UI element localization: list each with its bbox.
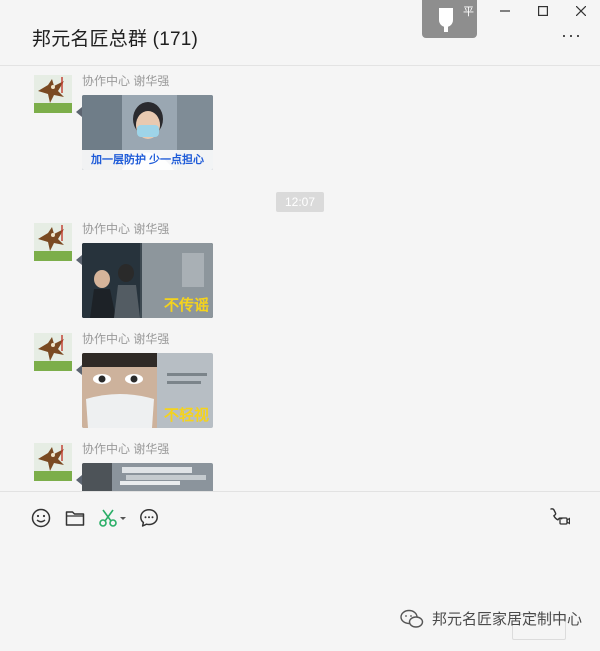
window-controls (486, 0, 600, 22)
message-item: 协作中心 谢华强 不轻视 (0, 325, 600, 435)
more-options-button[interactable]: ··· (561, 26, 582, 44)
maximize-button[interactable] (524, 0, 562, 22)
eagle-avatar-icon (34, 333, 72, 371)
message-item: 协作中心 谢华强 (0, 435, 600, 491)
folder-icon (65, 511, 85, 526)
sender-name: 协作中心 谢华强 (82, 74, 170, 88)
chat-history-button[interactable] (138, 507, 160, 529)
video-thumbnail[interactable]: 不传谣 (82, 243, 213, 318)
chat-title[interactable]: 邦元名匠总群 (171) (32, 24, 198, 51)
eagle-avatar-icon (34, 75, 72, 113)
close-icon (576, 6, 586, 16)
pin-label: 平 (463, 6, 474, 18)
thumbnail-caption: 不传谣 (163, 297, 209, 314)
video-thumbnail[interactable]: 加一层防护 少一点担心 (82, 95, 213, 170)
screenshot-button[interactable] (98, 507, 126, 529)
watermark: 邦元名匠家居定制中心 (400, 608, 582, 629)
sender-name: 协作中心 谢华强 (82, 442, 170, 456)
pin-icon (439, 8, 453, 32)
minimize-button[interactable] (486, 0, 524, 22)
sender-name: 协作中心 谢华强 (82, 332, 170, 346)
minimize-icon (500, 10, 510, 12)
message-input-area[interactable]: 邦元名匠家居定制中心 (0, 491, 600, 651)
pin-overlay[interactable]: 平 (422, 0, 477, 38)
message-item: 协作中心 谢华强 加一层防护 少一点担心 (0, 67, 600, 177)
maximize-icon (538, 6, 548, 16)
emoji-button[interactable] (30, 507, 52, 529)
office-image (82, 463, 213, 491)
scissors-icon (99, 509, 126, 527)
thumbnail-caption: 不轻视 (163, 407, 209, 424)
chat-header: 邦元名匠总群 (171) 平 ··· (0, 0, 600, 66)
video-call-icon (550, 508, 571, 525)
watermark-text: 邦元名匠家居定制中心 (431, 611, 582, 628)
video-thumbnail[interactable]: 不轻视 (82, 353, 213, 428)
video-thumbnail[interactable] (82, 463, 213, 491)
timestamp-divider: 12:07 (276, 192, 324, 212)
avatar[interactable] (34, 443, 72, 481)
thumbnail-caption: 加一层防护 少一点担心 (90, 154, 205, 166)
sender-name: 协作中心 谢华强 (82, 222, 170, 236)
emoji-icon (31, 508, 51, 528)
send-file-button[interactable] (64, 507, 86, 529)
video-call-button[interactable] (548, 507, 571, 529)
eagle-avatar-icon (34, 223, 72, 261)
wechat-logo-icon (400, 609, 424, 628)
message-item: 协作中心 谢华强 不传谣 (0, 215, 600, 325)
close-button[interactable] (562, 0, 600, 22)
eagle-avatar-icon (34, 443, 72, 481)
avatar[interactable] (34, 75, 72, 113)
message-list[interactable]: 协作中心 谢华强 加一层防护 少一点担心 12:07 协作中心 谢华强 不传谣 … (0, 67, 600, 491)
avatar[interactable] (34, 333, 72, 371)
chat-bubble-icon (140, 509, 158, 527)
avatar[interactable] (34, 223, 72, 261)
